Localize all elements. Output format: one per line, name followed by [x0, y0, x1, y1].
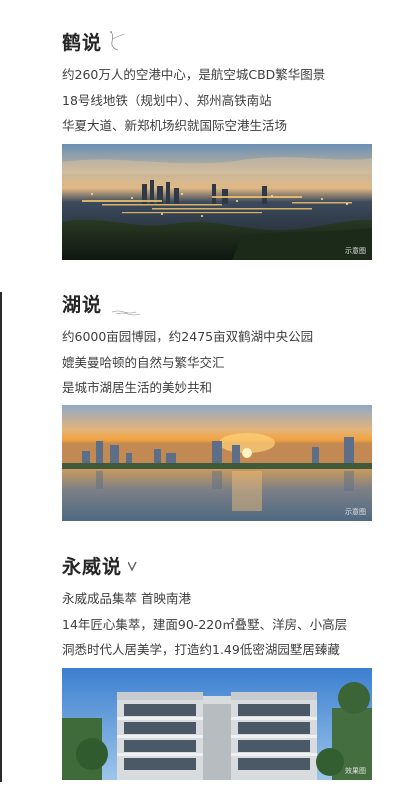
wave-icon — [111, 310, 141, 316]
image-caption: 示意图 — [345, 508, 366, 516]
section-youwell: 永威说 永威成品集萃 首映南港 14年匠心集萃，建面90-220㎡叠墅、洋房、小… — [62, 546, 372, 663]
section-header: 永威说 — [62, 546, 372, 578]
text-line: 14年匠心集萃，建面90-220㎡叠墅、洋房、小高层 — [62, 616, 348, 632]
text-line: 华夏大道、新郑机场织就国际空港生活场 — [62, 118, 288, 133]
section-lake: 湖说 约6000亩园博园，约2475亩双鹤湖中央公园 媲美曼哈顿的自然与繁华交汇… — [62, 284, 372, 401]
text-line: 永威成品集萃 首映南港 — [62, 591, 191, 606]
text-line: 媲美曼哈顿的自然与繁华交汇 — [62, 354, 225, 370]
text-line: 是城市湖居生活的美妙共和 — [62, 380, 213, 395]
section-header: 鹤说 — [62, 22, 372, 54]
section-text: 约260万人的空港中心，是航空城CBD繁华图景 18号线地铁（规划中）、郑州高铁… — [62, 62, 372, 139]
text-line: 约6000亩园博园，约2475亩双鹤湖中央公园 — [62, 329, 314, 344]
text-line: 洞悉时代人居美学，打造约1.49低密湖园墅居臻藏 — [62, 642, 340, 657]
y-mark-icon — [127, 561, 137, 572]
text-line: 18号线地铁（规划中）、郑州高铁南站 — [62, 92, 272, 108]
left-accent-bar — [0, 292, 2, 782]
city-night-photo: 示意图 — [62, 144, 372, 260]
crane-icon — [110, 31, 125, 51]
section-title: 鹤说 — [62, 32, 103, 54]
section-title: 永威说 — [62, 556, 123, 578]
section-header: 湖说 — [62, 284, 372, 316]
villa-rendering-photo: 效果图 — [62, 668, 372, 780]
section-text: 永威成品集萃 首映南港 14年匠心集萃，建面90-220㎡叠墅、洋房、小高层 洞… — [62, 586, 372, 663]
section-title: 湖说 — [62, 294, 103, 316]
section-crane: 鹤说 约260万人的空港中心，是航空城CBD繁华图景 18号线地铁（规划中）、郑… — [62, 22, 372, 139]
image-caption: 示意图 — [345, 247, 366, 255]
crane-logo — [108, 30, 146, 54]
image-caption: 效果图 — [345, 767, 366, 775]
youwell-logo — [127, 554, 166, 578]
lake-sunset-photo: 示意图 — [62, 405, 372, 521]
text-line: 约260万人的空港中心，是航空城CBD繁华图景 — [62, 67, 326, 82]
section-text: 约6000亩园博园，约2475亩双鹤湖中央公园 媲美曼哈顿的自然与繁华交汇 是城… — [62, 324, 372, 401]
lake-logo — [108, 292, 146, 316]
